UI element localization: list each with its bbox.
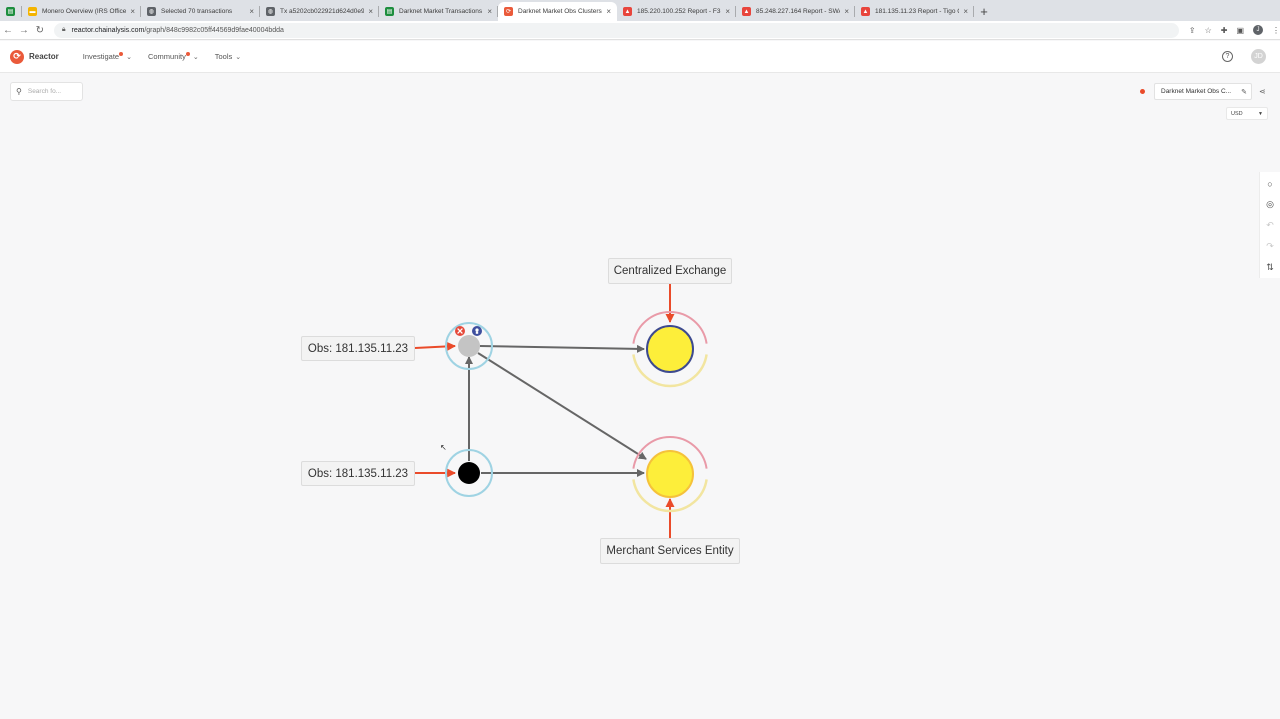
graph-canvas[interactable] bbox=[0, 73, 1280, 719]
browser-tab-title: 185.220.100.252 Report - F3 bbox=[637, 8, 721, 15]
browser-tab-title: 181.135.11.23 Report - Tigo Co bbox=[875, 8, 960, 15]
browser-tab[interactable]: ▤ bbox=[2, 2, 22, 21]
nav-community-label: Community bbox=[147, 52, 186, 61]
info-badge-icon[interactable] bbox=[472, 326, 482, 336]
browser-tab-title: 85.248.227.164 Report - SWA bbox=[756, 8, 841, 15]
label-arrow-obs-top bbox=[414, 341, 456, 351]
browser-tab-title: Selected 70 transactions bbox=[161, 8, 233, 15]
back-icon[interactable]: ← bbox=[0, 25, 16, 36]
main-nav: Investigate ⌄ Community ⌄ Tools ⌄ bbox=[82, 51, 241, 61]
reactor-logo-icon: ⟳ bbox=[10, 49, 24, 64]
help-icon[interactable]: ? bbox=[1222, 51, 1233, 62]
chevron-down-icon: ⌄ bbox=[235, 53, 242, 61]
mouse-cursor-icon: ↖ bbox=[440, 443, 447, 452]
reactor-logo[interactable]: ⟳ Reactor bbox=[10, 49, 59, 64]
reactor-icon: ⟳ bbox=[504, 7, 513, 16]
browser-profile-avatar[interactable]: J bbox=[1253, 25, 1264, 35]
globe-icon: ◍ bbox=[147, 7, 156, 16]
report-icon: ▲ bbox=[742, 7, 751, 16]
browser-tab[interactable]: ◍ Selected 70 transactions × bbox=[141, 2, 260, 21]
browser-tab-strip: ▤ ▬ Monero Overview (IRS Office × ◍ Selected … bbox=[0, 0, 1280, 21]
close-tab-icon[interactable]: × bbox=[368, 7, 373, 16]
address-bar: ← → ↻ 🔒︎ reactor.chainalysis.com/graph/8… bbox=[0, 21, 1280, 40]
chevron-down-icon: ⌄ bbox=[192, 53, 199, 61]
url-path: /graph/848c9982c05ff44569d9fae40004bdda bbox=[144, 26, 284, 34]
browser-tab[interactable]: ▲ 181.135.11.23 Report - Tigo Co × bbox=[855, 2, 974, 21]
user-avatar[interactable]: JD bbox=[1251, 49, 1266, 64]
merchant-label-text: Merchant Services Entity bbox=[606, 545, 734, 557]
sheets-icon: ▤ bbox=[385, 7, 394, 16]
browser-tab-title: Darknet Market Transactions bbox=[399, 8, 483, 15]
browser-tab[interactable]: ◍ Tx a5202cb022921d624d0e9 × bbox=[260, 2, 379, 21]
url-field[interactable]: 🔒︎ reactor.chainalysis.com/graph/848c998… bbox=[53, 22, 1179, 38]
nav-investigate[interactable]: Investigate ⌄ bbox=[82, 51, 132, 61]
notification-dot bbox=[185, 51, 190, 56]
close-tab-icon[interactable]: × bbox=[963, 7, 968, 16]
close-tab-icon[interactable]: × bbox=[606, 7, 611, 16]
report-icon: ▲ bbox=[861, 7, 870, 16]
edge-top-to-merchant[interactable] bbox=[477, 352, 647, 460]
browser-tab-title: Darknet Market Obs Clusters bbox=[518, 8, 602, 15]
browser-tab[interactable]: ▲ 185.220.100.252 Report - F3 × bbox=[617, 2, 736, 21]
sheets-icon: ▤ bbox=[6, 7, 15, 16]
merchant-label[interactable]: Merchant Services Entity bbox=[600, 538, 740, 564]
edge-top-to-exchange[interactable] bbox=[479, 344, 645, 353]
browser-tab[interactable]: ▤ Darknet Market Transactions × bbox=[379, 2, 498, 21]
nav-community[interactable]: Community ⌄ bbox=[147, 51, 199, 61]
exchange-label[interactable]: Centralized Exchange bbox=[608, 258, 732, 284]
browser-tab[interactable]: ▲ 85.248.227.164 Report - SWA × bbox=[736, 2, 855, 21]
close-tab-icon[interactable]: × bbox=[249, 7, 254, 16]
app-header: ⟳ Reactor Investigate ⌄ Community ⌄ Tool… bbox=[0, 41, 1280, 73]
nav-tools[interactable]: Tools ⌄ bbox=[215, 52, 241, 61]
browser-tab[interactable]: ⟳ Darknet Market Obs Clusters × bbox=[498, 2, 617, 21]
new-tab-icon[interactable]: + bbox=[974, 2, 994, 21]
extensions-icon[interactable]: ✚ bbox=[1221, 26, 1228, 35]
close-tab-icon[interactable]: × bbox=[844, 7, 849, 16]
reload-icon[interactable]: ↻ bbox=[32, 25, 48, 36]
lock-icon: 🔒︎ bbox=[61, 26, 66, 33]
close-tab-icon[interactable]: × bbox=[487, 7, 492, 16]
obs-label-top[interactable]: Obs: 181.135.11.23 bbox=[301, 336, 415, 361]
folder-icon: ▬ bbox=[28, 7, 37, 16]
obs-label-bottom[interactable]: Obs: 181.135.11.23 bbox=[301, 461, 415, 486]
nav-investigate-label: Investigate bbox=[82, 52, 120, 61]
close-tab-icon[interactable]: × bbox=[130, 7, 135, 16]
remove-badge-icon[interactable] bbox=[455, 326, 465, 336]
browser-menu-icon[interactable]: ⋮ bbox=[1272, 26, 1280, 35]
nav-tools-label: Tools bbox=[214, 52, 233, 61]
app-name: Reactor bbox=[29, 52, 59, 61]
browser-tab-title: Monero Overview (IRS Office bbox=[42, 8, 127, 15]
report-icon: ▲ bbox=[623, 7, 632, 16]
chevron-down-icon: ⌄ bbox=[126, 53, 132, 61]
obs-label-top-text: Obs: 181.135.11.23 bbox=[307, 342, 409, 355]
bookmark-star-icon[interactable]: ☆ bbox=[1205, 26, 1212, 35]
sidebar-icon[interactable]: ▣ bbox=[1236, 26, 1244, 35]
url-host: reactor.chainalysis.com bbox=[71, 26, 145, 34]
share-page-icon[interactable]: ⇪ bbox=[1189, 26, 1196, 35]
forward-icon[interactable]: → bbox=[16, 25, 32, 36]
browser-tab[interactable]: ▬ Monero Overview (IRS Office × bbox=[22, 2, 141, 21]
cluster-node-exchange[interactable] bbox=[632, 311, 708, 388]
globe-icon: ◍ bbox=[266, 7, 275, 16]
notification-dot bbox=[119, 51, 124, 56]
obs-label-bottom-text: Obs: 181.135.11.23 bbox=[307, 467, 409, 480]
exchange-label-text: Centralized Exchange bbox=[613, 265, 727, 277]
close-tab-icon[interactable]: × bbox=[725, 7, 730, 16]
browser-tab-title: Tx a5202cb022921d624d0e9 bbox=[280, 8, 365, 15]
